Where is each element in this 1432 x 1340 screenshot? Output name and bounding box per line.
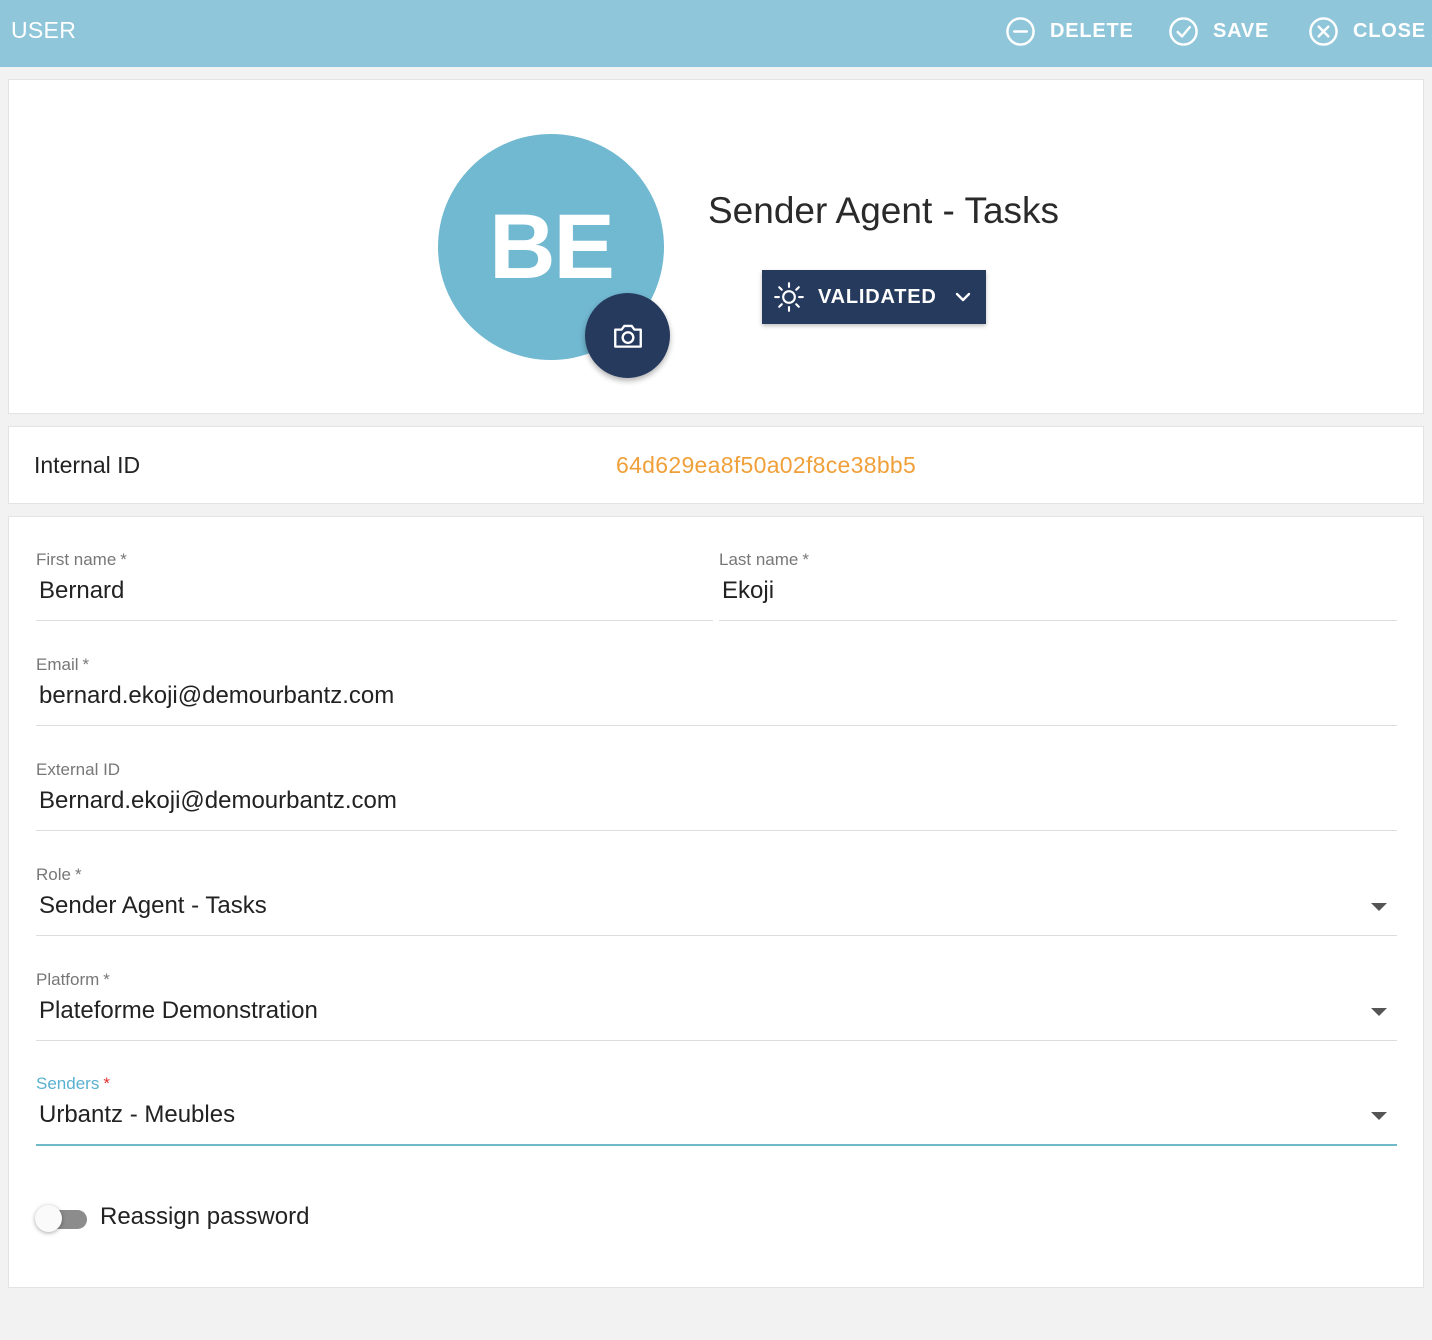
last-name-label: Last name xyxy=(719,550,799,569)
page-title: USER xyxy=(11,17,77,43)
senders-label: Senders xyxy=(36,1074,100,1093)
profile-role-title: Sender Agent - Tasks xyxy=(708,190,1060,231)
field-underline xyxy=(36,1040,1397,1041)
toggle-knob[interactable] xyxy=(35,1205,62,1232)
sun-icon xyxy=(774,282,804,312)
avatar-initials: BE xyxy=(489,195,615,298)
chevron-down-icon xyxy=(955,292,970,302)
field-underline xyxy=(36,1144,1397,1146)
required-marker: * xyxy=(82,655,90,674)
reassign-password-toggle[interactable] xyxy=(35,1205,87,1232)
last-name-input[interactable]: Ekoji xyxy=(722,577,774,605)
check-circle-icon xyxy=(1169,16,1198,46)
field-underline xyxy=(36,935,1397,936)
required-marker: * xyxy=(74,865,82,884)
email-label: Email xyxy=(36,655,79,674)
user-form-card: First name * Bernard Last name * Ekoji Ema… xyxy=(8,516,1424,1288)
first-name-label: First name xyxy=(36,550,117,569)
dropdown-arrow-icon[interactable] xyxy=(1371,1008,1387,1016)
email-input[interactable]: bernard.ekoji@demourbantz.com xyxy=(39,682,394,710)
platform-selected-value[interactable]: Plateforme Demonstration xyxy=(39,997,318,1025)
required-marker: * xyxy=(103,1074,110,1093)
senders-selected-value[interactable]: Urbantz - Meubles xyxy=(39,1101,235,1129)
field-underline xyxy=(36,725,1397,726)
external-id-input[interactable]: Bernard.ekoji@demourbantz.com xyxy=(39,787,397,815)
platform-label: Platform xyxy=(36,970,100,989)
profile-card: BE Sender Agent - Tasks VALIDATED xyxy=(8,79,1424,414)
delete-button[interactable]: DELETE xyxy=(1005,14,1134,48)
status-label: VALIDATED xyxy=(818,285,937,308)
save-button[interactable]: SAVE xyxy=(1168,14,1269,48)
first-name-input[interactable]: Bernard xyxy=(39,577,124,605)
internal-id-label: Internal ID xyxy=(34,452,141,478)
dropdown-arrow-icon[interactable] xyxy=(1371,903,1387,911)
field-underline xyxy=(36,620,713,621)
field-underline xyxy=(36,830,1397,831)
top-bar: USER DELETE SAVE CLOSE xyxy=(0,0,1432,67)
required-marker: * xyxy=(103,970,110,989)
status-dropdown-button[interactable]: VALIDATED xyxy=(762,270,986,324)
internal-id-card: Internal ID 64d629ea8f50a02f8ce38bb5 xyxy=(8,426,1424,504)
required-marker: * xyxy=(120,550,127,569)
required-marker: * xyxy=(802,550,810,569)
camera-icon xyxy=(613,324,642,348)
field-underline xyxy=(719,620,1397,621)
dropdown-arrow-icon[interactable] xyxy=(1371,1112,1387,1120)
close-button[interactable]: CLOSE xyxy=(1308,14,1426,48)
save-button-label: SAVE xyxy=(1213,19,1270,42)
role-label: Role xyxy=(36,865,71,884)
internal-id-value: 64d629ea8f50a02f8ce38bb5 xyxy=(616,452,917,478)
role-selected-value[interactable]: Sender Agent - Tasks xyxy=(39,892,267,920)
minus-circle-icon xyxy=(1006,16,1035,46)
close-button-label: CLOSE xyxy=(1353,19,1426,42)
external-id-label: External ID xyxy=(36,760,121,779)
x-circle-icon xyxy=(1309,16,1338,46)
upload-photo-button[interactable] xyxy=(585,293,670,378)
reassign-password-label: Reassign password xyxy=(100,1203,310,1230)
delete-button-label: DELETE xyxy=(1050,19,1134,42)
